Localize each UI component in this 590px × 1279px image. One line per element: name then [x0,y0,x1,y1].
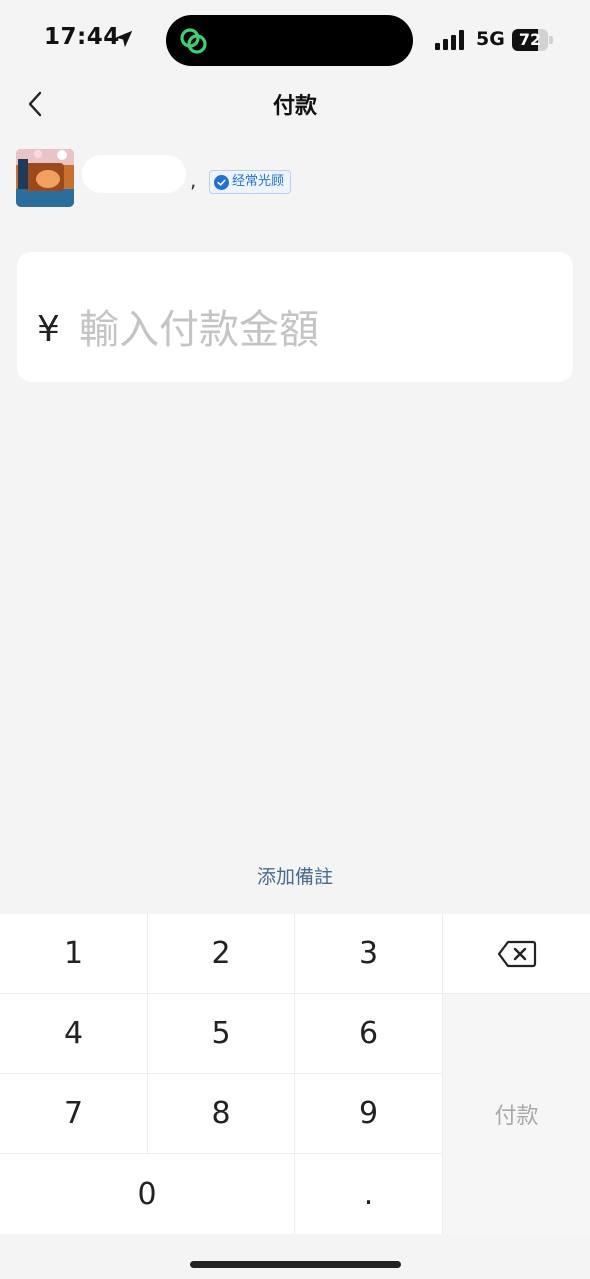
home-indicator[interactable] [190,1261,401,1268]
key-2[interactable]: 2 [148,914,295,994]
key-6[interactable]: 6 [295,994,443,1074]
signal-bars-icon [435,30,464,50]
delete-key[interactable] [443,914,590,994]
key-7[interactable]: 7 [0,1074,148,1154]
battery-level: 72 [518,30,542,49]
page-title: 付款 [272,94,317,119]
amount-card: ¥ [17,252,573,382]
chat-app-icon [180,28,207,54]
key-decimal[interactable]: . [295,1154,443,1234]
dynamic-island [166,15,413,66]
key-5[interactable]: 5 [148,994,295,1074]
network-type: 5G [476,28,505,50]
add-note-link[interactable]: 添加備註 [0,862,590,889]
status-time: 17:44 [44,24,120,50]
merchant-name-redacted [82,155,186,193]
bottom-safe-area [0,1234,590,1279]
currency-symbol: ¥ [37,309,60,350]
key-3[interactable]: 3 [295,914,443,994]
check-circle-icon [214,174,229,190]
key-9[interactable]: 9 [295,1074,443,1154]
numeric-keypad: 1 2 3 4 5 6 7 8 9 0 . 付款 [0,914,590,1234]
merchant-avatar [16,149,74,207]
amount-input[interactable] [79,302,539,358]
key-8[interactable]: 8 [148,1074,295,1154]
key-0[interactable]: 0 [0,1154,295,1234]
badge-label: 经常光顾 [232,174,285,189]
location-arrow-icon [115,30,133,48]
backspace-icon [497,940,536,967]
battery-icon: 72 [512,29,554,51]
pay-button[interactable]: 付款 [443,994,590,1234]
status-bar: 17:44 5G 72 [0,0,590,80]
key-4[interactable]: 4 [0,994,148,1074]
frequent-visit-badge: 经常光顾 [209,170,292,194]
merchant-separator: , [190,168,197,192]
key-1[interactable]: 1 [0,914,148,994]
